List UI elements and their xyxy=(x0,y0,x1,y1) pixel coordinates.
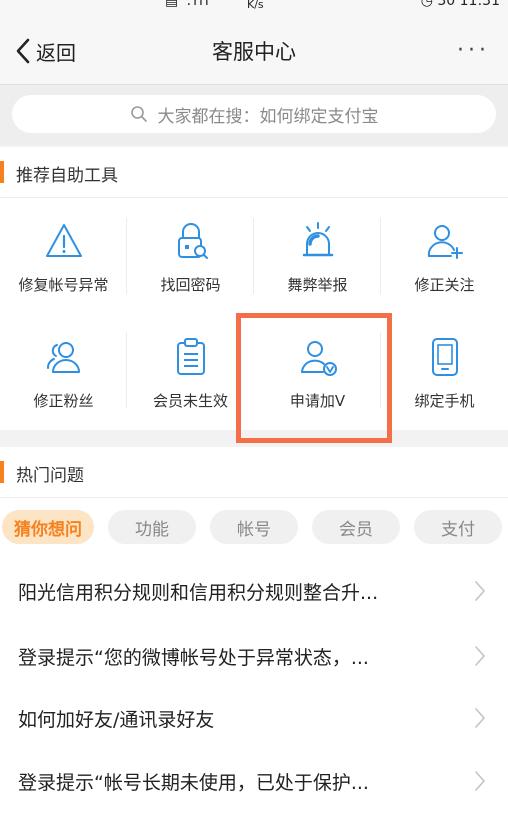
hot-questions: 猜你想问 功能 帐号 会员 支付 阳光信用积分规则和信用积分规则整合升... 登… xyxy=(0,498,508,819)
tab-guess[interactable]: 猜你想问 xyxy=(2,510,94,544)
question-item[interactable]: 登录提示“帐号长期未使用，已处于保护... xyxy=(0,750,508,812)
tab-payment[interactable]: 支付 xyxy=(414,510,502,544)
question-text: 登录提示“您的微博帐号处于异常状态，... xyxy=(18,647,369,669)
tool-label: 修正关注 xyxy=(414,276,475,294)
tool-label: 修正粉丝 xyxy=(33,392,94,410)
tool-fix-follows[interactable]: 修正关注 xyxy=(381,198,508,314)
tool-fix-fans[interactable]: 修正粉丝 xyxy=(0,314,127,430)
battery-clock: ◷ 30 11:31 xyxy=(420,0,500,9)
question-item[interactable]: 如何加好友/通讯录好友 xyxy=(0,687,508,749)
chevron-right-icon xyxy=(475,581,486,601)
tool-recover-password[interactable]: 找回密码 xyxy=(127,198,254,314)
tool-report-fraud[interactable]: 舞弊举报 xyxy=(254,198,381,314)
chevron-right-icon xyxy=(475,771,486,791)
signal-indicator: ▤ .ıll xyxy=(165,0,211,9)
chevron-right-icon xyxy=(475,708,486,728)
tools-section-title: 推荐自助工具 xyxy=(16,166,118,186)
page-title: 客服中心 xyxy=(212,40,296,64)
tab-features[interactable]: 功能 xyxy=(108,510,196,544)
warning-icon xyxy=(46,224,82,257)
users-icon xyxy=(47,342,80,373)
chevron-right-icon xyxy=(475,646,486,666)
hot-section-title: 热门问题 xyxy=(16,466,84,486)
alarm-icon xyxy=(302,222,334,257)
question-text: 阳光信用积分规则和信用积分规则整合升... xyxy=(18,582,379,604)
phone-icon xyxy=(432,338,458,376)
tool-label: 绑定手机 xyxy=(414,392,475,410)
section-accent-bar xyxy=(0,461,4,483)
tab-account[interactable]: 帐号 xyxy=(210,510,298,544)
user-verified-icon xyxy=(301,341,337,376)
more-menu-button[interactable]: ··· xyxy=(457,38,490,63)
search-input[interactable]: 大家都在搜：如何绑定支付宝 xyxy=(12,95,496,133)
clipboard-icon xyxy=(177,338,205,375)
tool-bind-phone[interactable]: 绑定手机 xyxy=(381,314,508,430)
tab-membership[interactable]: 会员 xyxy=(312,510,400,544)
tool-apply-verified[interactable]: 申请加V xyxy=(254,314,381,430)
tools-section-header: 推荐自助工具 xyxy=(0,147,508,198)
search-icon xyxy=(130,106,147,122)
question-text: 如何加好友/通讯录好友 xyxy=(18,709,215,731)
status-bar: ▤ .ıll K/s ◷ 30 11:31 xyxy=(0,0,508,14)
tool-label: 会员未生效 xyxy=(152,392,228,410)
tool-label: 舞弊举报 xyxy=(287,276,348,294)
tool-label: 找回密码 xyxy=(160,276,221,294)
lock-icon xyxy=(178,223,208,259)
question-item[interactable]: 阳光信用积分规则和信用积分规则整合升... xyxy=(0,560,508,622)
network-speed: K/s xyxy=(247,0,264,11)
tools-grid: 修复帐号异常 找回密码 舞弊举报 修正关注 修正粉丝 会员未生效 申请加V 绑定… xyxy=(0,198,508,430)
search-placeholder: 大家都在搜：如何绑定支付宝 xyxy=(157,106,379,127)
user-add-icon xyxy=(427,225,463,259)
tool-label: 修复帐号异常 xyxy=(18,276,109,294)
tool-membership-inactive[interactable]: 会员未生效 xyxy=(127,314,254,430)
question-item[interactable]: 登录提示“您的微博帐号处于异常状态，... xyxy=(0,625,508,687)
question-text: 登录提示“帐号长期未使用，已处于保护... xyxy=(18,772,369,794)
tool-label: 申请加V xyxy=(289,392,346,410)
nav-bar: 返回 客服中心 ··· xyxy=(0,14,508,85)
category-tabs: 猜你想问 功能 帐号 会员 支付 xyxy=(0,508,508,548)
hot-section-header: 热门问题 xyxy=(0,447,508,498)
section-accent-bar xyxy=(0,161,4,183)
search-area: 大家都在搜：如何绑定支付宝 xyxy=(0,85,508,145)
tool-fix-account[interactable]: 修复帐号异常 xyxy=(0,198,127,314)
